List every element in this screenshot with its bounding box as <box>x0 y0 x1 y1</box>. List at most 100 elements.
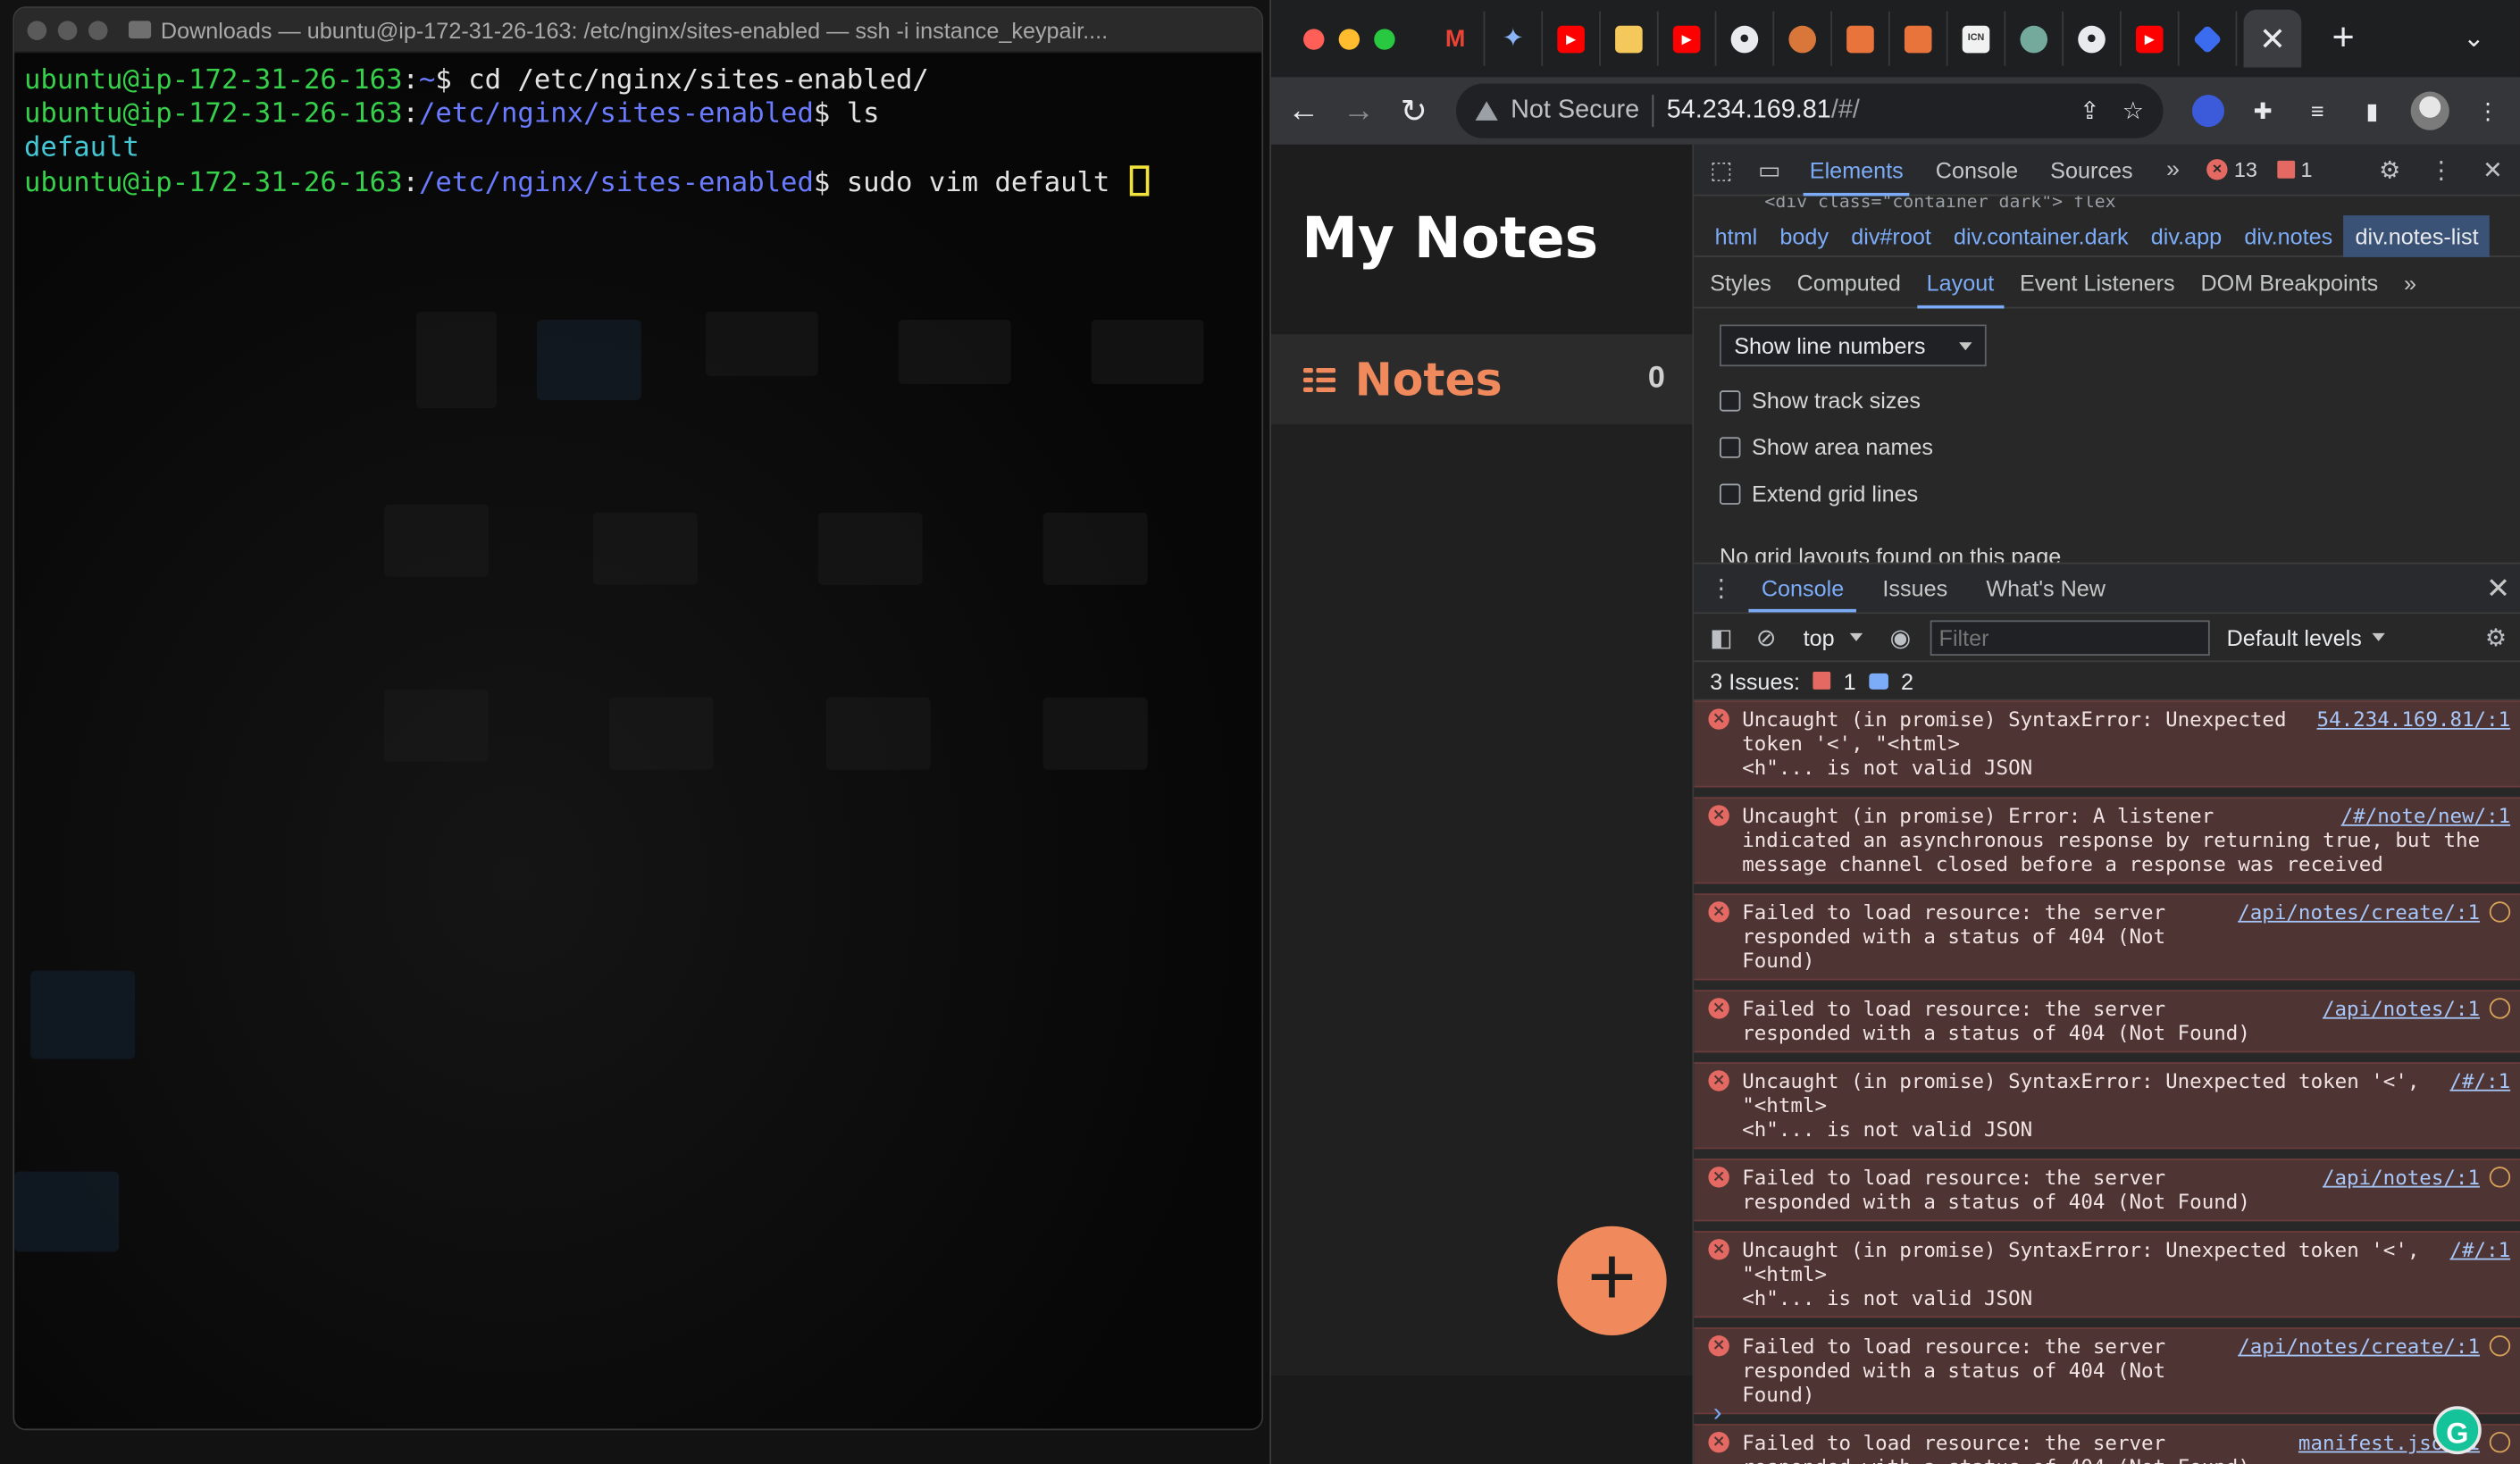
terminal-window[interactable]: Downloads — ubuntu@ip-172-31-26-163: /et… <box>13 6 1264 1431</box>
tab-computed[interactable]: Computed <box>1787 256 1911 308</box>
source-link[interactable]: 54.234.169.81/:1 <box>2317 707 2511 732</box>
add-note-button[interactable]: + <box>1557 1226 1667 1336</box>
extend-grid-lines-checkbox[interactable] <box>1720 482 1741 505</box>
source-link[interactable]: /api/notes/:1 <box>2323 1165 2480 1189</box>
not-secure-label[interactable]: Not Secure <box>1511 96 1639 125</box>
active-tab-close-button[interactable]: ✕ <box>2243 9 2302 68</box>
tab-blue-diamond[interactable] <box>2180 11 2238 66</box>
drawer-tab-console[interactable]: Console <box>1748 564 1857 613</box>
issues-summary[interactable]: 3 Issues: 1 2 <box>1694 662 2520 701</box>
browser-window[interactable]: M ✦ ▶ ▶ ● ICN ● ▶ ✕ + ⌄ ← → ↻ Not Secure <box>1269 0 2520 1464</box>
context-select[interactable]: top <box>1796 624 1870 650</box>
console-settings-gear-icon[interactable]: ⚙ <box>2482 623 2510 652</box>
device-toolbar-icon[interactable]: ▭ <box>1755 155 1784 184</box>
log-levels-dropdown[interactable]: Default levels <box>2227 624 2384 650</box>
tab-orange-1[interactable] <box>1832 11 1890 66</box>
tab-styles[interactable]: Styles <box>1700 256 1780 308</box>
zoom-window-button[interactable] <box>1374 28 1395 49</box>
more-menu-icon[interactable]: ⋮ <box>2472 95 2504 127</box>
extend-grid-lines-option[interactable]: Extend grid lines <box>1720 481 2494 506</box>
source-link[interactable]: /#/note/new/:1 <box>2341 804 2511 828</box>
breadcrumb-app[interactable]: div.app <box>2139 214 2233 256</box>
close-window-button[interactable] <box>27 20 47 40</box>
close-window-button[interactable] <box>1303 28 1325 49</box>
close-devtools-icon[interactable]: ✕ <box>2478 155 2507 184</box>
show-track-sizes-checkbox[interactable] <box>1720 389 1741 411</box>
terminal-output[interactable]: ubuntu@ip-172-31-26-163:~$ cd /etc/nginx… <box>14 54 1262 1429</box>
dom-tree-snippet[interactable]: <div class="container dark"> flex <box>1694 196 2520 215</box>
console-error-message[interactable]: × manifest.json:1 Failed to load resource:… <box>1694 1424 2520 1464</box>
show-track-sizes-option[interactable]: Show track sizes <box>1720 388 2494 413</box>
tab-github-1[interactable]: ● <box>1716 11 1775 66</box>
source-link[interactable]: /#/:1 <box>2449 1068 2510 1092</box>
breadcrumb-notes[interactable]: div.notes <box>2233 214 2344 256</box>
breadcrumb-root[interactable]: div#root <box>1840 214 1943 256</box>
tab-search-chevron-icon[interactable]: ⌄ <box>2463 22 2484 54</box>
console-error-message[interactable]: ×/api/notes/:1 Failed to load resource: t… <box>1694 1159 2520 1222</box>
tab-strip[interactable]: M ✦ ▶ ▶ ● ICN ● ▶ ✕ + ⌄ <box>1271 0 2520 78</box>
reload-icon[interactable]: ↻ <box>1398 91 1431 131</box>
tab-github-2[interactable]: ● <box>2064 11 2122 66</box>
breadcrumb-html[interactable]: html <box>1704 214 1769 256</box>
show-area-names-option[interactable]: Show area names <box>1720 434 2494 460</box>
address-bar[interactable]: Not Secure 54.234.169.81/#/ ⇪ ☆ <box>1455 83 2164 138</box>
network-globe-icon[interactable] <box>2489 1167 2511 1188</box>
tab-dom-breakpoints[interactable]: DOM Breakpoints <box>2191 256 2388 308</box>
extensions-puzzle-icon[interactable]: ✚ <box>2247 95 2279 127</box>
profile-avatar[interactable] <box>2410 91 2449 130</box>
tab-youtube-2[interactable]: ▶ <box>1659 11 1717 66</box>
console-filter-input[interactable] <box>1930 619 2211 656</box>
source-link[interactable]: /api/notes/create/:1 <box>2238 899 2480 924</box>
console-error-message[interactable]: ×/#/:1 Uncaught (in promise) SyntaxError:… <box>1694 1062 2520 1150</box>
tab-chatgpt[interactable] <box>2005 11 2064 66</box>
side-panel-icon[interactable]: ▮ <box>2356 95 2388 127</box>
tab-event-listeners[interactable]: Event Listeners <box>2010 256 2184 308</box>
network-globe-icon[interactable] <box>2489 1431 2511 1453</box>
minimize-window-button[interactable] <box>1338 28 1360 49</box>
drawer-menu-icon[interactable]: ⋮ <box>1707 573 1736 603</box>
line-numbers-select[interactable]: Show line numbers <box>1720 324 1987 367</box>
zoom-window-button[interactable] <box>88 20 108 40</box>
tab-icons-site[interactable]: ICN <box>1948 11 2006 66</box>
console-error-message[interactable]: ×/api/notes/create/:1 Failed to load reso… <box>1694 893 2520 981</box>
url-text[interactable]: 54.234.169.81/#/ <box>1667 96 1860 125</box>
reading-list-icon[interactable]: ≡ <box>2301 95 2333 127</box>
close-drawer-icon[interactable]: ✕ <box>2486 572 2510 606</box>
tab-youtube-1[interactable]: ▶ <box>1543 11 1601 66</box>
console-prompt[interactable]: › <box>1713 1400 1722 1428</box>
console-error-message[interactable]: × 54.234.169.81/:1 Uncaught (in promise) S… <box>1694 700 2520 788</box>
forward-arrow-icon[interactable]: → <box>1343 92 1376 129</box>
network-globe-icon[interactable] <box>2489 1335 2511 1357</box>
grammarly-icon[interactable]: G <box>2432 1406 2482 1455</box>
tab-console[interactable]: Console <box>1930 145 2025 196</box>
back-arrow-icon[interactable]: ← <box>1287 92 1320 129</box>
console-error-message[interactable]: ×/api/notes/create/:1 Failed to load reso… <box>1694 1327 2520 1415</box>
breadcrumb-body[interactable]: body <box>1769 214 1840 256</box>
tab-gmail[interactable]: M <box>1427 11 1486 66</box>
console-error-message[interactable]: ×/api/notes/:1 Failed to load resource: t… <box>1694 990 2520 1053</box>
bookmark-star-icon[interactable]: ☆ <box>2122 96 2144 126</box>
sidebar-toggle-icon[interactable]: ◧ <box>1707 623 1736 652</box>
tab-avatar[interactable] <box>1774 11 1832 66</box>
live-expression-eye-icon[interactable]: ◉ <box>1886 623 1914 652</box>
show-area-names-checkbox[interactable] <box>1720 436 1741 457</box>
drawer-tab-issues[interactable]: Issues <box>1870 564 1961 612</box>
share-icon[interactable]: ⇪ <box>2080 96 2100 126</box>
tab-orange-2[interactable] <box>1890 11 1948 66</box>
tab-youtube-3[interactable]: ▶ <box>2122 11 2180 66</box>
more-subtabs-icon[interactable]: » <box>2394 256 2426 308</box>
settings-gear-icon[interactable]: ⚙ <box>2375 155 2404 184</box>
console-error-message[interactable]: ×/#/:1 Uncaught (in promise) SyntaxError:… <box>1694 1231 2520 1318</box>
more-tabs-icon[interactable]: » <box>2158 156 2187 184</box>
more-options-icon[interactable]: ⋮ <box>2427 155 2456 184</box>
new-tab-button[interactable]: + <box>2311 16 2375 61</box>
source-link[interactable]: /api/notes/create/:1 <box>2238 1334 2480 1358</box>
tab-sources[interactable]: Sources <box>2044 145 2139 196</box>
breadcrumb-container[interactable]: div.container.dark <box>1942 214 2139 256</box>
window-controls[interactable] <box>1303 28 1395 49</box>
extension-app-icon[interactable] <box>2191 95 2224 128</box>
breadcrumb-notes-list[interactable]: div.notes-list <box>2343 214 2491 256</box>
issue-count-badge[interactable]: 1 <box>2276 157 2313 181</box>
tab-bookmark[interactable] <box>1601 11 1659 66</box>
tab-layout[interactable]: Layout <box>1916 256 2005 308</box>
